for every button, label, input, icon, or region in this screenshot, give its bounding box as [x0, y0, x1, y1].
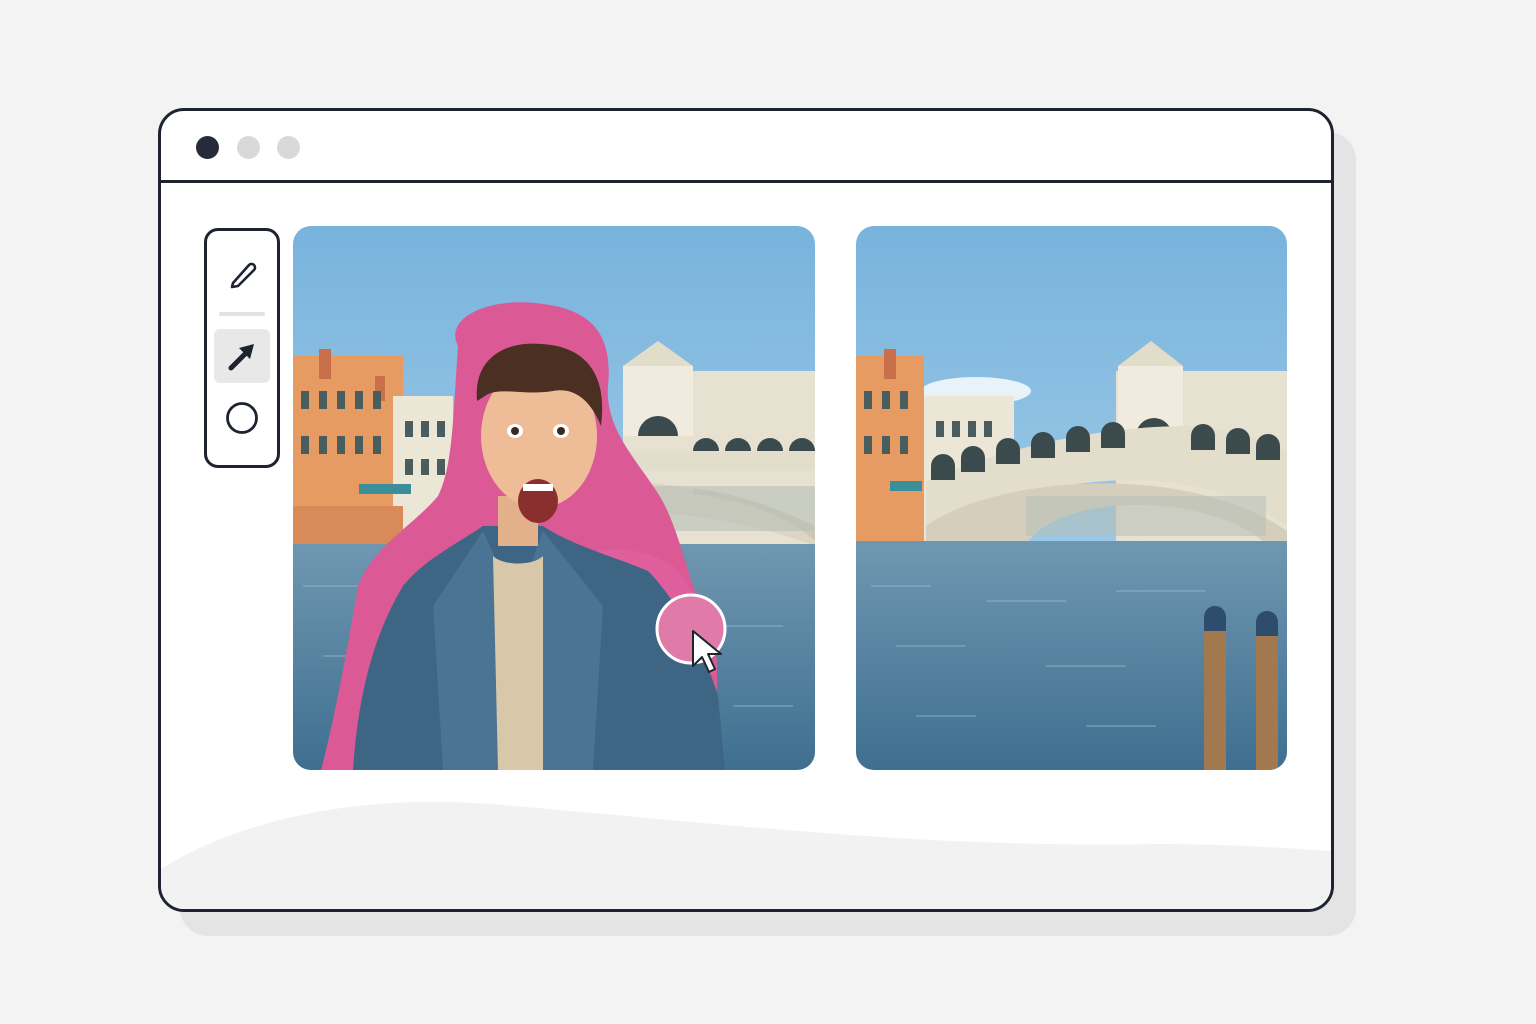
before-image-panel[interactable] — [293, 226, 815, 770]
app-window — [158, 108, 1334, 912]
close-dot[interactable] — [196, 136, 219, 159]
circle-icon — [224, 400, 260, 436]
circle-tool[interactable] — [214, 391, 270, 445]
maximize-dot[interactable] — [277, 136, 300, 159]
drawing-toolbar — [204, 228, 280, 468]
before-photo — [293, 226, 815, 770]
after-photo — [856, 226, 1287, 770]
after-image-panel[interactable] — [856, 226, 1287, 770]
pencil-tool[interactable] — [214, 247, 270, 301]
pencil-icon — [225, 257, 259, 291]
title-bar — [161, 111, 1331, 183]
toolbar-divider — [219, 312, 265, 316]
decorative-wave — [161, 789, 1331, 909]
arrow-icon — [225, 339, 259, 373]
arrow-tool[interactable] — [214, 329, 270, 383]
minimize-dot[interactable] — [237, 136, 260, 159]
